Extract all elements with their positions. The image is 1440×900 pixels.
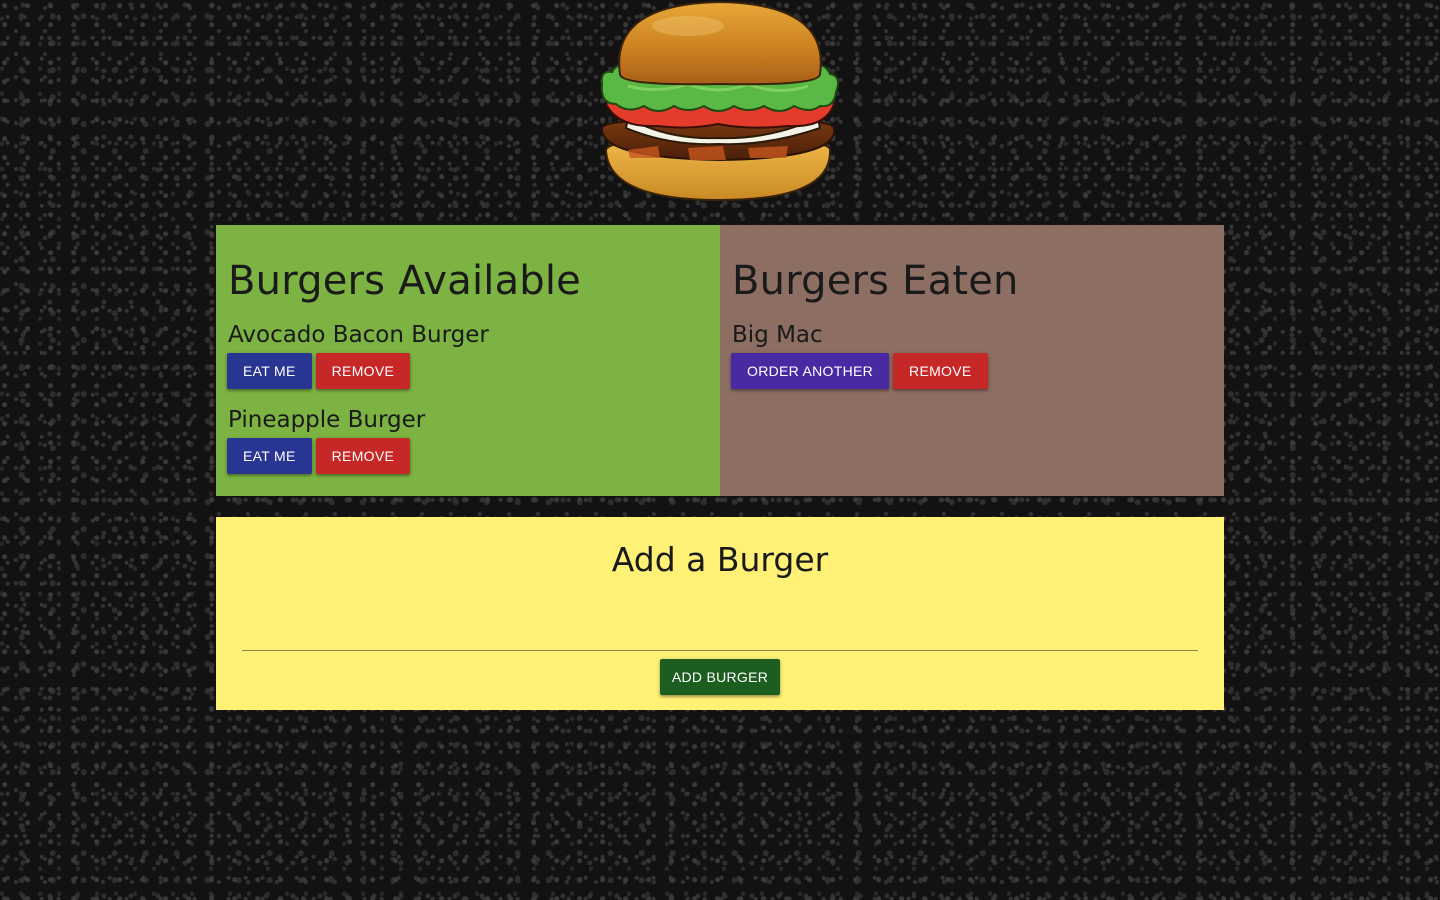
list-item: Avocado Bacon Burger EAT ME REMOVE xyxy=(227,320,708,389)
eat-me-button[interactable]: EAT ME xyxy=(227,438,312,474)
burger-name-input[interactable] xyxy=(242,614,1198,650)
order-another-button[interactable]: ORDER ANOTHER xyxy=(731,353,890,389)
remove-button[interactable]: REMOVE xyxy=(315,353,411,389)
burger-name: Pineapple Burger xyxy=(228,407,426,433)
burgers-available-title: Burgers Available xyxy=(228,258,581,304)
list-item: Big Mac ORDER ANOTHER REMOVE xyxy=(731,320,1212,389)
burger-actions: EAT ME REMOVE xyxy=(227,438,708,474)
burger-name-field-wrapper xyxy=(242,614,1198,651)
remove-button[interactable]: REMOVE xyxy=(893,353,988,389)
burgers-eaten-panel: Burgers Eaten Big Mac ORDER ANOTHER REMO… xyxy=(720,225,1224,496)
hamburger-icon xyxy=(600,0,839,202)
add-burger-title: Add a Burger xyxy=(611,540,829,579)
remove-button[interactable]: REMOVE xyxy=(315,438,411,474)
burger-name: Avocado Bacon Burger xyxy=(228,322,489,348)
burger-name: Big Mac xyxy=(732,322,823,348)
burgers-eaten-title: Burgers Eaten xyxy=(732,258,1019,304)
add-burger-button[interactable]: ADD BURGER xyxy=(660,659,780,695)
list-item: Pineapple Burger EAT ME REMOVE xyxy=(227,405,708,474)
burger-actions: ORDER ANOTHER REMOVE xyxy=(731,353,1212,389)
eat-me-button[interactable]: EAT ME xyxy=(227,353,312,389)
burgers-available-panel: Burgers Available Avocado Bacon Burger E… xyxy=(216,225,720,496)
add-burger-panel: Add a Burger ADD BURGER xyxy=(216,517,1224,710)
burger-actions: EAT ME REMOVE xyxy=(227,353,708,389)
